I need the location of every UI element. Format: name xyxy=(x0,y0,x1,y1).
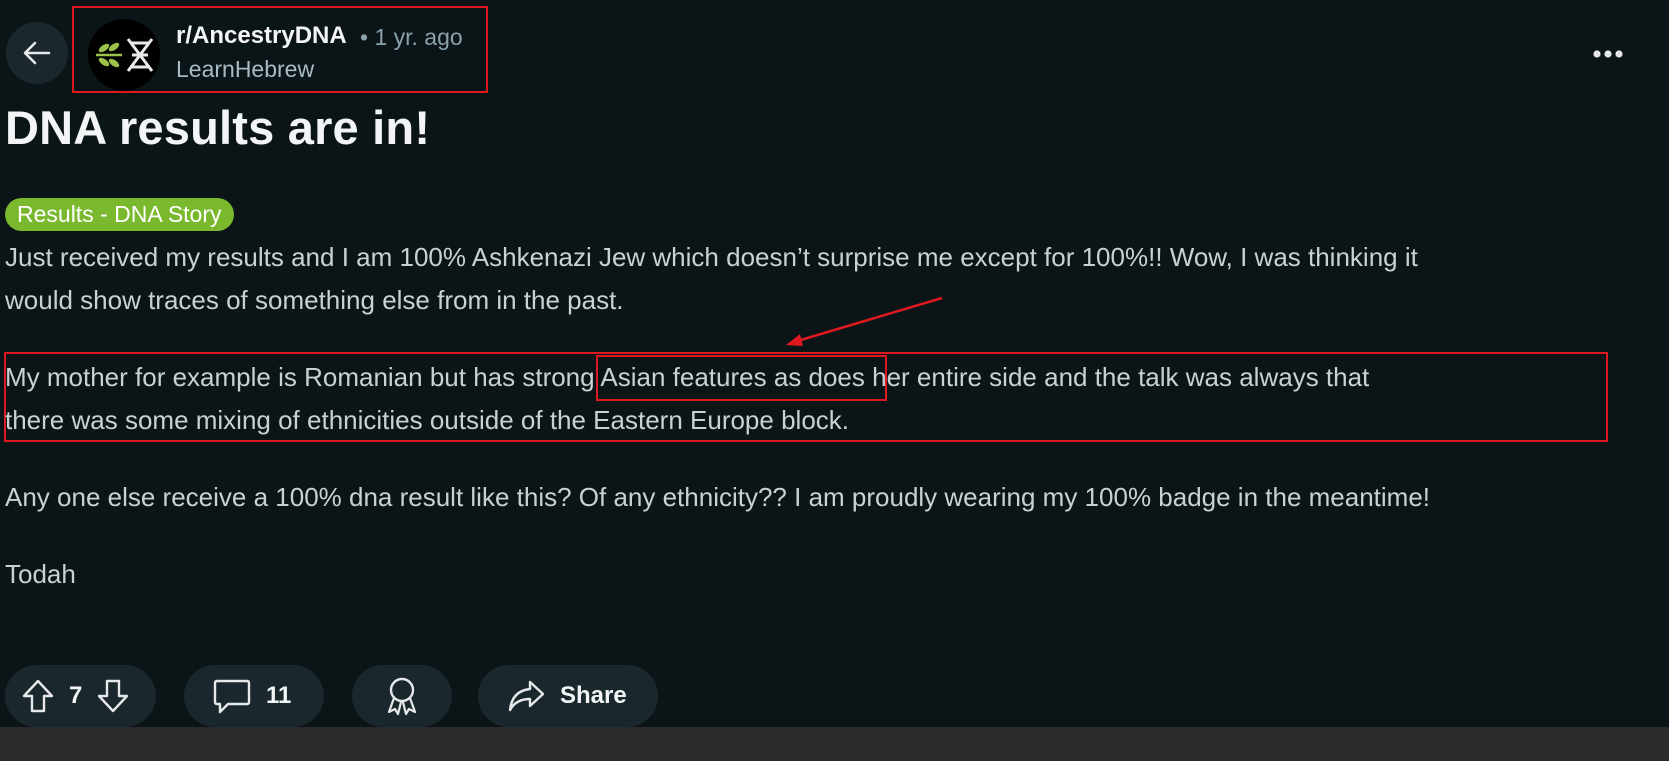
vote-count: 7 xyxy=(69,682,83,709)
annotation-arrow xyxy=(786,296,943,346)
post-meta: • 1 yr. ago xyxy=(360,24,463,51)
share-button[interactable]: Share xyxy=(478,665,658,727)
share-icon xyxy=(508,680,545,712)
paragraph-line: My mother for example is Romanian but ha… xyxy=(5,356,1369,399)
paragraph-line: would show traces of something else from… xyxy=(5,285,624,315)
award-button[interactable] xyxy=(352,665,452,727)
post-author[interactable]: LearnHebrew xyxy=(176,56,314,83)
vote-bar: 7 xyxy=(5,665,156,727)
comments-button[interactable]: 11 xyxy=(184,665,324,727)
post-paragraph-3: Any one else receive a 100% dna result l… xyxy=(5,482,1431,512)
downvote-button[interactable] xyxy=(96,678,130,714)
comment-count: 11 xyxy=(266,682,292,709)
subreddit-name[interactable]: r/AncestryDNA xyxy=(176,22,347,50)
post-paragraph-1: Just received my results and I am 100% A… xyxy=(5,236,1418,322)
downvote-icon xyxy=(98,679,129,713)
highlighted-phrase: strong Asian features xyxy=(522,362,767,392)
meta-separator: • xyxy=(360,24,369,50)
post-title: DNA results are in! xyxy=(5,101,431,154)
arrow-left-icon xyxy=(23,41,51,65)
comment-icon xyxy=(213,679,251,714)
share-label: Share xyxy=(560,682,627,709)
upvote-icon xyxy=(22,679,54,713)
text-after-highlight: as does her entire side and the talk was… xyxy=(766,362,1370,392)
post-paragraph-2: My mother for example is Romanian but ha… xyxy=(5,356,1369,442)
more-options-button[interactable] xyxy=(1584,40,1632,68)
paragraph-line: there was some mixing of ethnicities out… xyxy=(5,405,849,435)
post-flair[interactable]: Results - DNA Story xyxy=(5,198,234,231)
post-paragraph-4: Todah xyxy=(5,559,76,589)
more-horizontal-icon xyxy=(1593,50,1623,58)
post-view: r/AncestryDNA • 1 yr. ago LearnHebrew DN… xyxy=(0,0,1669,761)
back-button[interactable] xyxy=(6,22,68,84)
text-before-highlight: My mother for example is Romanian but ha… xyxy=(5,362,523,392)
upvote-button[interactable] xyxy=(21,678,55,714)
award-icon xyxy=(387,677,417,716)
paragraph-line: Just received my results and I am 100% A… xyxy=(5,242,1418,272)
bottom-bar xyxy=(0,727,1669,761)
post-age: 1 yr. ago xyxy=(374,24,463,50)
